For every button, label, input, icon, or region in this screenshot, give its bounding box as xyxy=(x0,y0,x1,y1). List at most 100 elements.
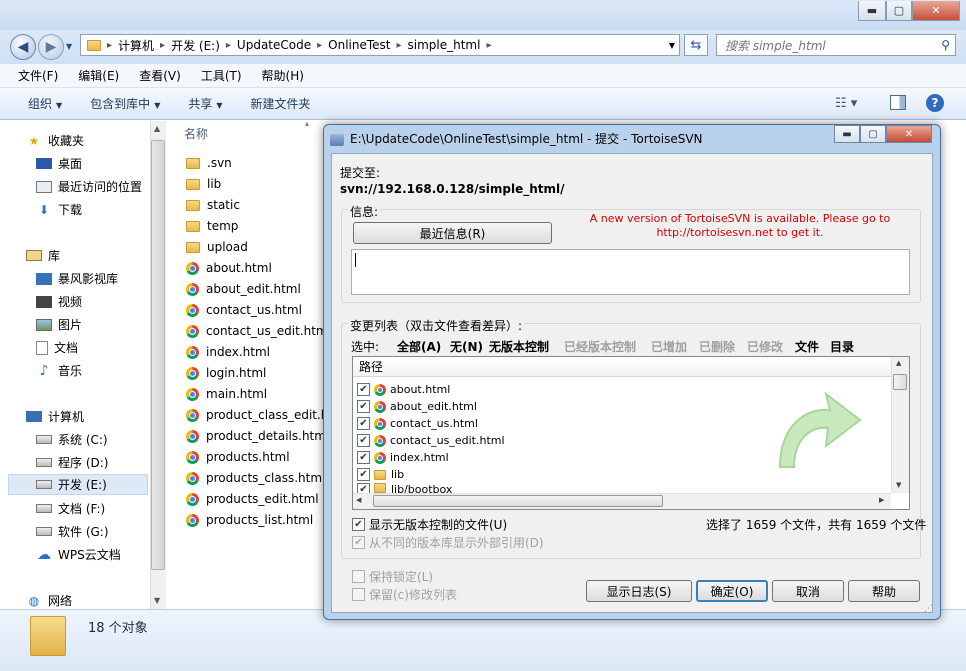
search-input[interactable]: 搜索 simple_html ⚲ xyxy=(716,34,956,56)
breadcrumb-computer[interactable]: 计算机 xyxy=(114,37,158,54)
nav-music[interactable]: ♪ 音乐 xyxy=(36,360,82,381)
file-item[interactable]: products_edit.html xyxy=(186,489,319,509)
checkbox[interactable] xyxy=(352,588,365,601)
breadcrumb-drive-e[interactable]: 开发 (E:) xyxy=(167,37,224,54)
filter-none[interactable]: 无(N) xyxy=(450,338,483,355)
nav-drive-f[interactable]: 文档 (F:) xyxy=(36,498,105,519)
change-row[interactable]: ✔ about_edit.html xyxy=(357,398,477,415)
preview-pane-icon[interactable] xyxy=(890,95,906,110)
nav-libraries[interactable]: 库 xyxy=(26,245,60,266)
row-checkbox[interactable]: ✔ xyxy=(357,400,370,413)
filter-files[interactable]: 文件 xyxy=(795,338,819,355)
back-button[interactable]: ◀ xyxy=(10,34,36,60)
change-row[interactable]: ✔ contact_us.html xyxy=(357,415,478,432)
scroll-up-icon[interactable]: ▲ xyxy=(896,359,901,367)
file-item[interactable]: static xyxy=(186,195,240,215)
nav-computer[interactable]: 计算机 xyxy=(26,406,84,427)
nav-favorites[interactable]: ★ 收藏夹 xyxy=(26,130,84,151)
dialog-minimize-button[interactable]: ▬ xyxy=(834,125,860,143)
nav-downloads[interactable]: ⬇ 下载 xyxy=(36,199,82,220)
change-row[interactable]: ✔ lib/bootbox xyxy=(357,483,452,493)
checkbox[interactable] xyxy=(352,570,365,583)
filter-all[interactable]: 全部(A) xyxy=(397,338,441,355)
history-dropdown-icon[interactable]: ▼ xyxy=(66,42,72,51)
maximize-button[interactable]: ▢ xyxy=(886,1,912,21)
nav-drive-d[interactable]: 程序 (D:) xyxy=(36,452,108,473)
file-item[interactable]: lib xyxy=(186,174,221,194)
row-checkbox[interactable]: ✔ xyxy=(357,451,370,464)
cancel-button[interactable]: 取消 xyxy=(772,580,844,602)
checkbox[interactable]: ✔ xyxy=(352,518,365,531)
help-button[interactable]: 帮助 xyxy=(848,580,920,602)
keep-changelist-checkbox[interactable]: 保留(c)修改列表 xyxy=(352,586,457,603)
dialog-close-button[interactable]: ✕ xyxy=(886,125,932,143)
change-row[interactable]: ✔ contact_us_edit.html xyxy=(357,432,505,449)
row-checkbox[interactable]: ✔ xyxy=(357,468,370,481)
file-item[interactable]: upload xyxy=(186,237,248,257)
nav-recent[interactable]: 最近访问的位置 xyxy=(36,176,142,197)
file-item[interactable]: about.html xyxy=(186,258,272,278)
file-item[interactable]: contact_us_edit.html xyxy=(186,321,331,341)
nav-video[interactable]: 视频 xyxy=(36,291,82,312)
new-folder-button[interactable]: 新建文件夹 xyxy=(237,95,325,112)
recent-messages-button[interactable]: 最近信息(R) xyxy=(353,222,552,244)
filter-modified[interactable]: 已修改 xyxy=(747,338,783,355)
filter-directories[interactable]: 目录 xyxy=(830,338,854,355)
address-bar[interactable]: ▸ 计算机 ▸ 开发 (E:) ▸ UpdateCode ▸ OnlineTes… xyxy=(80,34,680,56)
show-externals-checkbox[interactable]: ✔ 从不同的版本库显示外部引用(D) xyxy=(352,534,544,551)
menu-file[interactable]: 文件(F) xyxy=(8,67,68,84)
scroll-right-icon[interactable]: ▶ xyxy=(879,496,884,504)
column-header-name[interactable]: 名称 xyxy=(184,125,208,142)
nav-drive-c[interactable]: 系统 (C:) xyxy=(36,429,108,450)
menu-edit[interactable]: 编辑(E) xyxy=(68,67,129,84)
nav-documents[interactable]: 文档 xyxy=(36,337,78,358)
include-in-library-button[interactable]: 包含到库中 ▼ xyxy=(76,95,174,112)
file-item[interactable]: products_list.html xyxy=(186,510,313,530)
nav-network[interactable]: ◍ 网络 xyxy=(26,590,72,611)
change-row[interactable]: ✔ lib xyxy=(357,466,404,483)
row-checkbox[interactable]: ✔ xyxy=(357,383,370,396)
nav-drive-e[interactable]: 开发 (E:) xyxy=(8,474,148,495)
minimize-button[interactable]: ▬ xyxy=(858,1,886,21)
show-unversioned-checkbox[interactable]: ✔ 显示无版本控制的文件(U) xyxy=(352,516,507,533)
breadcrumb-onlinetest[interactable]: OnlineTest xyxy=(324,38,394,52)
file-item[interactable]: login.html xyxy=(186,363,266,383)
update-notice[interactable]: A new version of TortoiseSVN is availabl… xyxy=(560,212,920,240)
address-dropdown-icon[interactable]: ▼ xyxy=(669,41,675,50)
menu-tools[interactable]: 工具(T) xyxy=(191,67,252,84)
file-item[interactable]: main.html xyxy=(186,384,267,404)
share-button[interactable]: 共享 ▼ xyxy=(174,95,236,112)
menu-view[interactable]: 查看(V) xyxy=(129,67,191,84)
scroll-down-icon[interactable]: ▼ xyxy=(154,596,160,605)
help-icon[interactable]: ? xyxy=(926,94,944,112)
filter-versioned[interactable]: 已经版本控制 xyxy=(564,338,636,355)
dialog-maximize-button[interactable]: ▢ xyxy=(860,125,886,143)
refresh-button[interactable]: ⇆ xyxy=(684,34,708,56)
nav-desktop[interactable]: 桌面 xyxy=(36,153,82,174)
file-item[interactable]: contact_us.html xyxy=(186,300,302,320)
forward-button[interactable]: ▶ xyxy=(38,34,64,60)
checkbox[interactable]: ✔ xyxy=(352,536,365,549)
change-row[interactable]: ✔ index.html xyxy=(357,449,449,466)
breadcrumb-updatecode[interactable]: UpdateCode xyxy=(233,38,315,52)
file-item[interactable]: temp xyxy=(186,216,238,236)
ok-button[interactable]: 确定(O) xyxy=(696,580,768,602)
list-vscroll-thumb[interactable] xyxy=(893,374,907,390)
nav-storm-library[interactable]: 暴风影视库 xyxy=(36,268,118,289)
file-item[interactable]: about_edit.html xyxy=(186,279,301,299)
show-log-button[interactable]: 显示日志(S) xyxy=(586,580,692,602)
menu-help[interactable]: 帮助(H) xyxy=(252,67,314,84)
nav-pictures[interactable]: 图片 xyxy=(36,314,82,335)
row-checkbox[interactable]: ✔ xyxy=(357,417,370,430)
breadcrumb-simple-html[interactable]: simple_html xyxy=(404,38,485,52)
row-checkbox[interactable]: ✔ xyxy=(357,434,370,447)
filter-deleted[interactable]: 已删除 xyxy=(699,338,735,355)
close-button[interactable]: ✕ xyxy=(912,1,960,21)
search-icon[interactable]: ⚲ xyxy=(941,38,950,52)
view-options-icon[interactable]: ☷ ▾ xyxy=(835,96,857,111)
filter-added[interactable]: 已增加 xyxy=(651,338,687,355)
file-item[interactable]: product_details.html xyxy=(186,426,329,446)
row-checkbox[interactable]: ✔ xyxy=(357,483,370,493)
nav-drive-g[interactable]: 软件 (G:) xyxy=(36,521,109,542)
scroll-up-icon[interactable]: ▲ xyxy=(154,124,160,133)
